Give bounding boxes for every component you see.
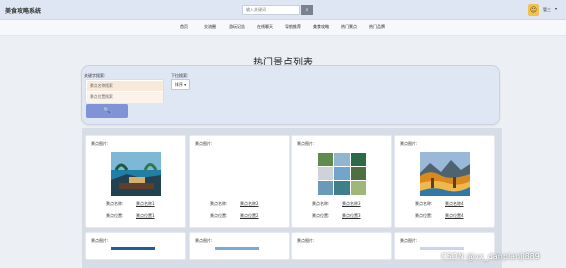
card-image-label: 景点图片: — [91, 238, 109, 243]
spot-card-2[interactable]: 景点图片: 景点名称: 景点名称2 景点位置: 景点位置2 — [189, 135, 290, 228]
spot-image-4[interactable] — [420, 152, 470, 196]
spot-image-strip-8 — [420, 247, 464, 250]
card-name-link[interactable]: 景点名称3 — [342, 201, 361, 207]
card-image-label: 景点图片: — [400, 238, 418, 243]
card-name-label: 景点名称: — [415, 201, 433, 206]
spot-card-5[interactable]: 景点图片: — [85, 232, 186, 260]
card-position-link[interactable]: 景点位置4 — [445, 213, 464, 219]
card-name-link[interactable]: 景点名称2 — [240, 201, 259, 207]
spot-image-3-art — [317, 152, 367, 196]
card-name-label: 景点名称: — [106, 201, 124, 206]
keyword-location-input[interactable]: 景点位置搜索 — [87, 92, 163, 103]
nav-brands[interactable]: 热门品牌 — [369, 24, 385, 30]
spot-image-strip-6 — [215, 247, 259, 250]
spot-image-3[interactable] — [317, 152, 367, 196]
spot-card-3[interactable]: 景点图片: 景点名称: 景点名称3 景点位置: 景点位置3 — [291, 135, 392, 228]
sort-label: 排序 — [174, 82, 183, 87]
nav-community[interactable]: 交流圈 — [204, 24, 216, 30]
card-image-label: 景点图片: — [400, 141, 418, 146]
search-button[interactable]: ⌕ — [301, 5, 313, 15]
magnifier-icon: ⌕ — [305, 7, 309, 13]
sort-select[interactable]: 排序 ▾ — [171, 79, 190, 90]
card-name-link[interactable]: 景点名称1 — [136, 201, 155, 207]
search-icon: 🔍 — [103, 107, 111, 114]
card-position-label: 景点位置: — [210, 213, 228, 218]
spot-image-1-art — [111, 152, 161, 196]
card-name-label: 景点名称: — [210, 201, 228, 206]
nav-food-guide[interactable]: 美食攻略 — [313, 24, 329, 30]
spot-card-4[interactable]: 景点图片: 景点名称: 景点名称4 景点位置: 景点位置4 — [394, 135, 495, 228]
card-image-label: 景点图片: — [195, 141, 213, 146]
spot-card-1[interactable]: 景点图片: 景点名称: 景点名称1 景点位置: 景点位置1 — [85, 135, 186, 228]
spot-card-6[interactable]: 景点图片: — [189, 232, 290, 260]
app-title: 美食攻略系统 — [5, 8, 42, 15]
sort-caret-icon: ▾ — [184, 82, 187, 87]
spot-image-4-art — [420, 152, 470, 196]
card-position-label: 景点位置: — [415, 213, 433, 218]
top-header: 美食攻略系统 输入关键词 ⌕ ☺ 管三 ▾ — [0, 0, 566, 20]
card-image-label: 景点图片: — [297, 141, 315, 146]
card-position-label: 景点位置: — [106, 213, 124, 218]
card-image-label: 景点图片: — [91, 141, 109, 146]
spot-image-strip-5 — [111, 247, 155, 250]
nav-hot-spots[interactable]: 热门景点 — [341, 24, 357, 30]
card-name-label: 景点名称: — [312, 201, 330, 206]
nav-travel-notes[interactable]: 游玩记告 — [229, 24, 245, 30]
chevron-down-icon[interactable]: ▾ — [555, 6, 557, 11]
keyword-search-box: 景点名称搜索 景点位置搜索 — [85, 79, 164, 103]
keyword-name-input[interactable]: 景点名称搜索 — [87, 81, 163, 91]
search-input[interactable]: 输入关键词 — [242, 5, 300, 15]
card-position-link[interactable]: 景点位置2 — [240, 213, 259, 219]
spot-image-2[interactable] — [215, 152, 265, 196]
card-image-label: 景点图片: — [195, 238, 213, 243]
card-name-link[interactable]: 景点名称4 — [445, 201, 464, 207]
spot-image-strip-7 — [317, 247, 361, 250]
user-name[interactable]: 管三 — [543, 7, 551, 13]
card-image-label: 景点图片: — [297, 238, 315, 243]
watermark: CSDN @vx_danpianji889 — [441, 252, 540, 261]
nav-chat[interactable]: 在线聊天 — [257, 24, 273, 30]
nav-recommend[interactable]: 导航推荐 — [285, 24, 301, 30]
card-position-link[interactable]: 景点位置3 — [342, 213, 361, 219]
card-position-label: 景点位置: — [312, 213, 330, 218]
card-position-link[interactable]: 景点位置1 — [136, 213, 155, 219]
spot-image-1[interactable] — [111, 152, 161, 196]
main-navigation: 首页 交流圈 游玩记告 在线聊天 导航推荐 美食攻略 热门景点 热门品牌 — [0, 20, 566, 36]
avatar-icon[interactable]: ☺ — [528, 4, 539, 16]
search-action-button[interactable]: 🔍 — [86, 104, 128, 118]
nav-home[interactable]: 首页 — [180, 24, 188, 30]
spot-card-7[interactable]: 景点图片: — [291, 232, 392, 260]
